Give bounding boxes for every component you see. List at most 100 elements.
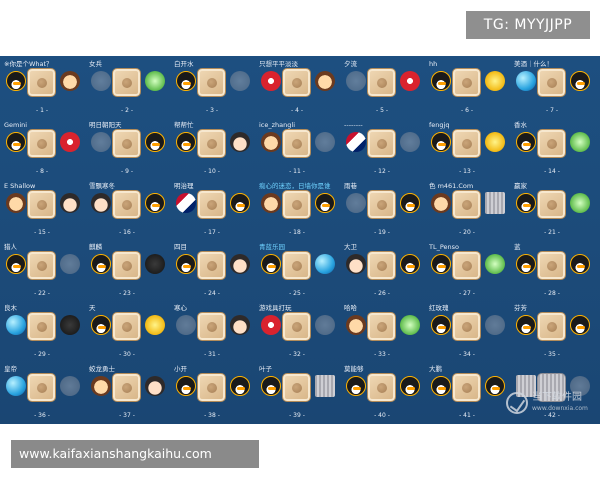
- game-board-icon[interactable]: [27, 68, 56, 97]
- game-board-icon[interactable]: [452, 68, 481, 97]
- game-table[interactable]: 明日朝阳天 - 9 -: [87, 117, 172, 178]
- game-table[interactable]: 猎人 - 22 -: [2, 239, 87, 300]
- game-table[interactable]: 芬芳 - 35 -: [512, 300, 597, 361]
- right-seat-avatar-icon[interactable]: [315, 193, 335, 213]
- left-seat-avatar-icon[interactable]: [261, 376, 281, 396]
- left-seat-avatar-icon[interactable]: [176, 132, 196, 152]
- game-table[interactable]: 游戏具打玩 - 32 -: [257, 300, 342, 361]
- right-seat-avatar-icon[interactable]: [145, 254, 165, 274]
- left-seat-avatar-icon[interactable]: [346, 71, 366, 91]
- game-table[interactable]: 蛟龙勇士 - 37 -: [87, 361, 172, 422]
- right-seat-avatar-icon[interactable]: [570, 254, 590, 274]
- right-seat-avatar-icon[interactable]: [145, 71, 165, 91]
- game-board-icon[interactable]: [27, 312, 56, 341]
- game-board-icon[interactable]: [27, 129, 56, 158]
- right-seat-avatar-icon[interactable]: [230, 132, 250, 152]
- game-table[interactable]: 天- 30 -: [87, 300, 172, 361]
- left-seat-avatar-icon[interactable]: [6, 132, 26, 152]
- left-seat-avatar-icon[interactable]: [516, 193, 536, 213]
- game-table[interactable]: 雨巷 - 19 -: [342, 178, 427, 239]
- game-board-icon[interactable]: [537, 251, 566, 280]
- game-board-icon[interactable]: [112, 373, 141, 402]
- game-board-icon[interactable]: [452, 129, 481, 158]
- left-seat-avatar-icon[interactable]: [346, 315, 366, 335]
- game-board-icon[interactable]: [197, 68, 226, 97]
- game-board-icon[interactable]: [367, 251, 396, 280]
- left-seat-avatar-icon[interactable]: [431, 254, 451, 274]
- left-seat-avatar-icon[interactable]: [6, 71, 26, 91]
- game-board-icon[interactable]: [282, 190, 311, 219]
- game-table[interactable]: 美酒｜什么！ - 7 -: [512, 56, 597, 117]
- game-board-icon[interactable]: [537, 190, 566, 219]
- game-table[interactable]: 哈哈 - 33 -: [342, 300, 427, 361]
- left-seat-avatar-icon[interactable]: [176, 315, 196, 335]
- right-seat-avatar-icon[interactable]: [400, 376, 420, 396]
- game-table[interactable]: 青蓝乐园 - 25 -: [257, 239, 342, 300]
- game-table[interactable]: fengjq - 13 -: [427, 117, 512, 178]
- game-board-icon[interactable]: [197, 312, 226, 341]
- right-seat-avatar-icon[interactable]: [570, 132, 590, 152]
- game-table[interactable]: 香水 - 14 -: [512, 117, 597, 178]
- game-table[interactable]: hh - 6 -: [427, 56, 512, 117]
- right-seat-avatar-icon[interactable]: [60, 315, 80, 335]
- game-table[interactable]: 帮帮忙 - 10 -: [172, 117, 257, 178]
- right-seat-avatar-icon[interactable]: [60, 132, 80, 152]
- game-table[interactable]: 女兵 - 2 -: [87, 56, 172, 117]
- left-seat-avatar-icon[interactable]: [516, 132, 536, 152]
- game-board-icon[interactable]: [367, 373, 396, 402]
- right-seat-avatar-icon[interactable]: [230, 254, 250, 274]
- left-seat-avatar-icon[interactable]: [346, 254, 366, 274]
- left-seat-avatar-icon[interactable]: [261, 315, 281, 335]
- game-table[interactable]: 明治理 - 17 -: [172, 178, 257, 239]
- right-seat-avatar-icon[interactable]: [485, 192, 505, 214]
- game-table[interactable]: E Shallow - 15 -: [2, 178, 87, 239]
- left-seat-avatar-icon[interactable]: [91, 71, 111, 91]
- game-board-icon[interactable]: [282, 373, 311, 402]
- game-table[interactable]: 叶子 - 39 -: [257, 361, 342, 422]
- right-seat-avatar-icon[interactable]: [400, 315, 420, 335]
- right-seat-avatar-icon[interactable]: [230, 71, 250, 91]
- game-table[interactable]: 小开 - 38 -: [172, 361, 257, 422]
- right-seat-avatar-icon[interactable]: [315, 375, 335, 397]
- left-seat-avatar-icon[interactable]: [91, 376, 111, 396]
- left-seat-avatar-icon[interactable]: [261, 254, 281, 274]
- game-table[interactable]: 只想平平淡淡 - 4 -: [257, 56, 342, 117]
- right-seat-avatar-icon[interactable]: [400, 71, 420, 91]
- game-board-icon[interactable]: [452, 312, 481, 341]
- game-table[interactable]: 雪飘寒冬 - 16 -: [87, 178, 172, 239]
- right-seat-avatar-icon[interactable]: [315, 132, 335, 152]
- game-table[interactable]: 夕流 - 5 -: [342, 56, 427, 117]
- right-seat-avatar-icon[interactable]: [315, 254, 335, 274]
- game-board-icon[interactable]: [282, 129, 311, 158]
- game-board-icon[interactable]: [112, 129, 141, 158]
- right-seat-avatar-icon[interactable]: [60, 193, 80, 213]
- right-seat-avatar-icon[interactable]: [485, 254, 505, 274]
- left-seat-avatar-icon[interactable]: [6, 254, 26, 274]
- game-table[interactable]: 寒心 - 31 -: [172, 300, 257, 361]
- game-board-icon[interactable]: [452, 190, 481, 219]
- game-board-icon[interactable]: [112, 190, 141, 219]
- right-seat-avatar-icon[interactable]: [485, 132, 505, 152]
- right-seat-avatar-icon[interactable]: [400, 254, 420, 274]
- right-seat-avatar-icon[interactable]: [230, 193, 250, 213]
- game-table[interactable]: 良木 - 29 -: [2, 300, 87, 361]
- right-seat-avatar-icon[interactable]: [485, 315, 505, 335]
- left-seat-avatar-icon[interactable]: [91, 315, 111, 335]
- right-seat-avatar-icon[interactable]: [60, 254, 80, 274]
- left-seat-avatar-icon[interactable]: [516, 254, 536, 274]
- game-table[interactable]: TL_Penso - 27 -: [427, 239, 512, 300]
- left-seat-avatar-icon[interactable]: [431, 193, 451, 213]
- game-table[interactable]: 痴心的迷恋，日墙你是谁 - 18 -: [257, 178, 342, 239]
- game-board-icon[interactable]: [197, 251, 226, 280]
- game-table[interactable]: 麒麟 - 23 -: [87, 239, 172, 300]
- right-seat-avatar-icon[interactable]: [400, 193, 420, 213]
- left-seat-avatar-icon[interactable]: [261, 71, 281, 91]
- left-seat-avatar-icon[interactable]: [6, 315, 26, 335]
- left-seat-avatar-icon[interactable]: [91, 254, 111, 274]
- game-board-icon[interactable]: [282, 68, 311, 97]
- game-board-icon[interactable]: [367, 129, 396, 158]
- left-seat-avatar-icon[interactable]: [91, 193, 111, 213]
- game-table[interactable]: 四目 - 24 -: [172, 239, 257, 300]
- right-seat-avatar-icon[interactable]: [315, 71, 335, 91]
- left-seat-avatar-icon[interactable]: [346, 193, 366, 213]
